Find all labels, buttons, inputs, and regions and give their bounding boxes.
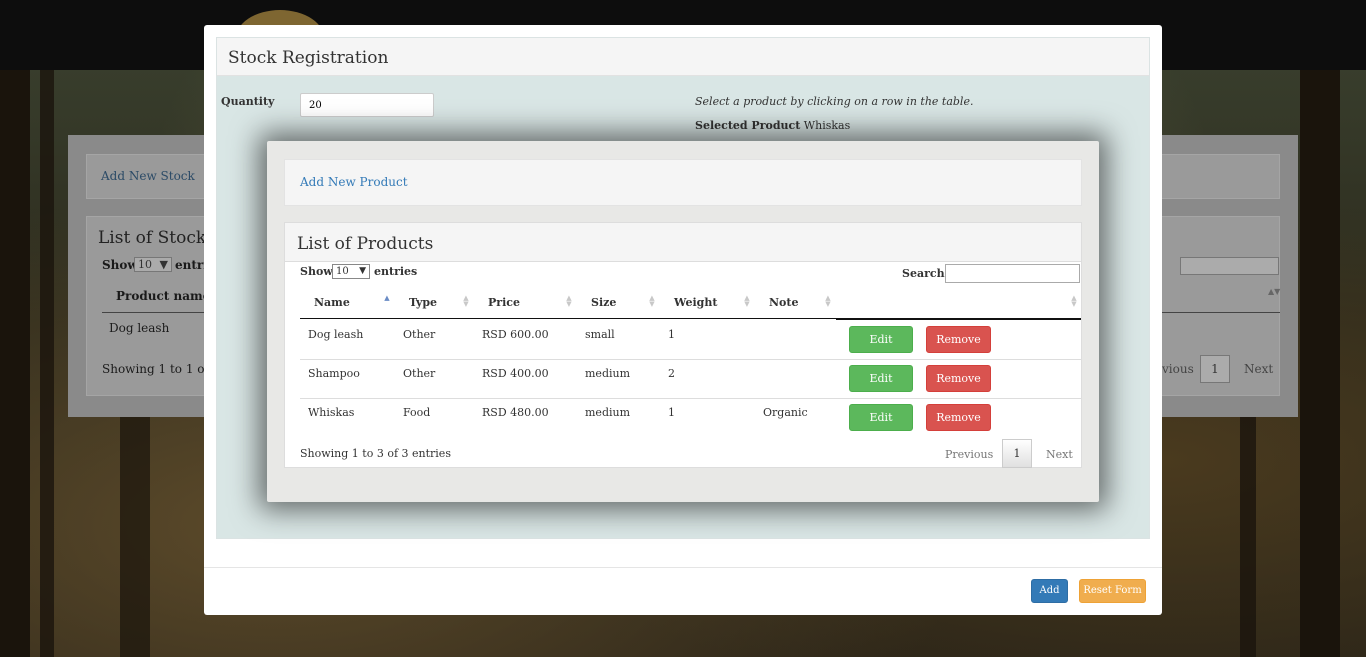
col-header-type[interactable]: Type — [409, 296, 437, 309]
row-divider — [300, 359, 1081, 360]
page-size-value: 10 — [336, 266, 349, 277]
add-button[interactable]: Add — [1031, 579, 1068, 603]
remove-button[interactable]: Remove — [926, 365, 991, 392]
reset-form-button[interactable]: Reset Form — [1079, 579, 1146, 603]
col-header-size[interactable]: Size — [591, 296, 616, 309]
cell-weight: 1 — [668, 328, 675, 341]
sort-icon: ▲▼ — [744, 294, 750, 308]
col-header-weight[interactable]: Weight — [674, 296, 717, 309]
col-header-note[interactable]: Note — [769, 296, 798, 309]
stocks-previous-button[interactable]: vious — [1162, 362, 1194, 376]
next-button[interactable]: Next — [1046, 448, 1073, 461]
stocks-col-product-name[interactable]: Product name — [116, 289, 210, 303]
chevron-down-icon: ▼ — [359, 266, 366, 276]
cell-note: Organic — [763, 406, 808, 419]
sort-icon: ▲▼ — [1071, 294, 1077, 308]
showing-info: Showing 1 to 3 of 3 entries — [300, 447, 451, 460]
add-new-stock-link[interactable]: Add New Stock — [101, 169, 195, 183]
col-header-name[interactable]: Name — [314, 296, 350, 309]
cell-price: RSD 400.00 — [482, 367, 549, 380]
cell-type: Food — [403, 406, 431, 419]
selection-hint: Select a product by clicking on a row in… — [695, 95, 974, 108]
page-1-button[interactable]: 1 — [1002, 439, 1032, 468]
cell-name: Dog leash — [308, 328, 364, 341]
modal-footer-divider — [204, 567, 1162, 568]
sort-icon: ▲▼ — [463, 294, 469, 308]
stocks-page-size-select[interactable]: 10 ▼ — [134, 257, 172, 272]
show-label: Show — [300, 265, 333, 278]
stocks-search-input[interactable] — [1180, 257, 1279, 275]
cell-size: medium — [585, 367, 631, 380]
sort-icon: ▲▼ — [566, 294, 572, 308]
previous-button[interactable]: Previous — [945, 448, 993, 461]
stocks-next-button[interactable]: Next — [1244, 362, 1273, 376]
sort-icon: ▲▼ — [825, 294, 831, 308]
sort-icon: ▲▼ — [649, 294, 655, 308]
stocks-list-title: List of Stocks — [98, 228, 215, 248]
sort-icon: ▲▼ — [1268, 287, 1281, 296]
cell-price: RSD 600.00 — [482, 328, 549, 341]
selected-product-value: Whiskas — [803, 119, 851, 132]
remove-button[interactable]: Remove — [926, 404, 991, 431]
modal-title: Stock Registration — [228, 48, 389, 68]
stocks-show-label: Show — [102, 258, 138, 272]
edit-button[interactable]: Edit — [849, 326, 913, 353]
sort-asc-icon: ▲ — [384, 294, 390, 302]
search-label: Search: — [902, 267, 949, 280]
cell-name: Shampoo — [308, 367, 360, 380]
quantity-label: Quantity — [221, 95, 275, 108]
cell-weight: 2 — [668, 367, 675, 380]
cell-size: medium — [585, 406, 631, 419]
page-size-select[interactable]: 10 ▼ — [332, 264, 370, 279]
remove-button[interactable]: Remove — [926, 326, 991, 353]
edit-button[interactable]: Edit — [849, 404, 913, 431]
cell-size: small — [585, 328, 615, 341]
entries-label: entries — [374, 265, 418, 278]
products-list-title: List of Products — [297, 234, 434, 254]
cell-weight: 1 — [668, 406, 675, 419]
add-new-product-link[interactable]: Add New Product — [300, 175, 408, 189]
edit-button[interactable]: Edit — [849, 365, 913, 392]
stocks-row-product[interactable]: Dog leash — [109, 321, 169, 335]
selected-product-label: Selected Product — [695, 119, 801, 132]
row-divider — [300, 398, 1081, 399]
selected-product: Selected Product Whiskas — [695, 119, 850, 132]
search-input[interactable] — [945, 264, 1080, 283]
cell-type: Other — [403, 367, 436, 380]
stocks-page-1-button[interactable]: 1 — [1200, 355, 1230, 383]
quantity-input[interactable] — [300, 93, 434, 117]
cell-type: Other — [403, 328, 436, 341]
table-header-divider — [836, 319, 1081, 320]
col-header-price[interactable]: Price — [488, 296, 520, 309]
cell-price: RSD 480.00 — [482, 406, 549, 419]
cell-name: Whiskas — [308, 406, 355, 419]
